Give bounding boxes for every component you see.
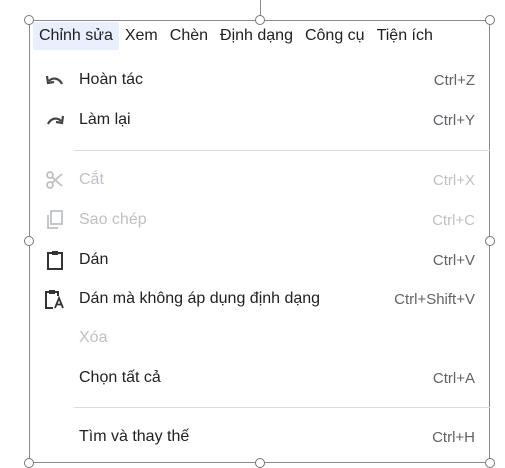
menu-divider bbox=[74, 407, 490, 408]
menu-edit[interactable]: Chỉnh sửa bbox=[33, 22, 119, 50]
menu-item-label: Hoàn tác bbox=[79, 71, 144, 88]
menu-item-redo[interactable]: Làm lại Ctrl+Y bbox=[29, 100, 490, 140]
menu-item-undo[interactable]: Hoàn tác Ctrl+Z bbox=[29, 60, 490, 100]
menu-item-label: Sao chép bbox=[79, 211, 147, 228]
resize-handle-top-right[interactable] bbox=[485, 15, 495, 25]
undo-icon bbox=[44, 69, 66, 91]
menu-item-label: Dán mà không áp dụng định dạng bbox=[79, 290, 321, 307]
redo-icon bbox=[44, 109, 66, 131]
copy-icon bbox=[44, 209, 66, 231]
menu-item-find-replace[interactable]: Tìm và thay thế Ctrl+H bbox=[29, 417, 490, 457]
menu-format[interactable]: Định dạng bbox=[214, 22, 299, 50]
menu-item-label: Dán bbox=[79, 251, 109, 268]
menu-item-shortcut: Ctrl+C bbox=[432, 211, 475, 229]
menu-item-shortcut: Ctrl+H bbox=[432, 428, 475, 446]
menu-item-shortcut: Ctrl+Z bbox=[433, 71, 475, 89]
menu-item-label: Tìm và thay thế bbox=[79, 428, 190, 445]
menu-item-copy[interactable]: Sao chép Ctrl+C bbox=[29, 200, 490, 240]
menu-item-delete[interactable]: Xóa bbox=[29, 318, 490, 358]
menu-item-shortcut: Ctrl+V bbox=[432, 251, 475, 269]
menu-item-label: Chọn tất cả bbox=[79, 369, 161, 386]
menu-item-paste[interactable]: Dán Ctrl+V bbox=[29, 240, 490, 280]
menu-item-shortcut: Ctrl+X bbox=[432, 171, 475, 189]
menu-item-label: Làm lại bbox=[79, 111, 131, 128]
rotation-handle-line bbox=[260, 0, 261, 16]
menu-bar: Chỉnh sửa Xem Chèn Định dạng Công cụ Tiệ… bbox=[33, 22, 439, 50]
paste-plain-icon bbox=[44, 288, 66, 310]
menu-insert[interactable]: Chèn bbox=[164, 22, 214, 50]
menu-item-select-all[interactable]: Chọn tất cả Ctrl+A bbox=[29, 358, 490, 398]
menu-view[interactable]: Xem bbox=[119, 22, 164, 50]
cut-icon bbox=[44, 169, 66, 191]
menu-divider bbox=[74, 150, 490, 151]
menu-item-shortcut: Ctrl+A bbox=[432, 369, 475, 387]
menu-item-label: Xóa bbox=[79, 329, 108, 346]
menu-item-shortcut: Ctrl+Y bbox=[432, 111, 475, 129]
menu-item-paste-without-formatting[interactable]: Dán mà không áp dụng định dạng Ctrl+Shif… bbox=[29, 279, 490, 319]
menu-item-label: Cắt bbox=[79, 171, 104, 188]
menu-extensions[interactable]: Tiện ích bbox=[371, 22, 439, 50]
menu-item-cut[interactable]: Cắt Ctrl+X bbox=[29, 160, 490, 200]
menu-tools[interactable]: Công cụ bbox=[299, 22, 371, 50]
menu-item-shortcut: Ctrl+Shift+V bbox=[394, 290, 475, 308]
paste-icon bbox=[44, 249, 66, 271]
